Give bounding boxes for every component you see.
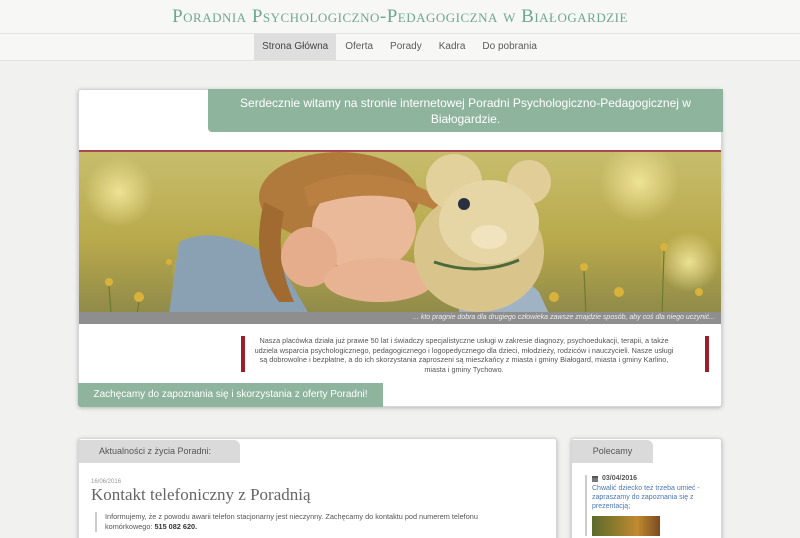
site-title[interactable]: Poradnia Psychologiczno-Pedagogiczna w B… <box>172 6 628 28</box>
news-phone: 515 082 620. <box>154 522 198 531</box>
recommended-item: 03/04/2016 Chwalić dziecko też trzeba um… <box>585 475 715 536</box>
right-accent-bar <box>705 336 709 372</box>
news-body: Informujemy, że z powodu awarii telefon … <box>95 512 495 532</box>
welcome-card: Serdecznie witamy na stronie internetowe… <box>78 89 723 407</box>
recommended-link[interactable]: Chwalić dziecko też trzeba umieć - zapra… <box>592 484 715 511</box>
offer-cta[interactable]: Zachęcamy do zapoznania się i skorzystan… <box>78 383 383 407</box>
nav-item-oferta[interactable]: Oferta <box>337 34 381 60</box>
recommended-date: 03/04/2016 <box>602 475 638 482</box>
news-panel: Aktualności z życia Poradni: 16/06/2016 … <box>78 438 557 538</box>
site-header: Poradnia Psychologiczno-Pedagogiczna w B… <box>0 0 800 33</box>
nav-item-strona-glowna[interactable]: Strona Główna <box>254 34 337 60</box>
recommended-date-row: 03/04/2016 <box>592 475 715 482</box>
welcome-heading: Serdecznie witamy na stronie internetowe… <box>208 89 723 132</box>
hero-image <box>79 150 721 312</box>
recommended-panel: Polecamy 03/04/2016 Chwalić dziecko też … <box>571 438 722 538</box>
intro-text: Nasza placówka działa już prawie 50 lat … <box>254 336 674 374</box>
girl-with-teddy-bear-image <box>79 152 721 312</box>
nav-item-do-pobrania[interactable]: Do pobrania <box>474 34 544 60</box>
main-navigation: Strona Główna Oferta Porady Kadra Do pob… <box>0 33 800 61</box>
calendar-icon <box>592 475 598 482</box>
nav-item-porady[interactable]: Porady <box>382 34 430 60</box>
left-accent-bar <box>241 336 245 372</box>
hero-caption: ... kto pragnie dobra dla drugiego człow… <box>79 312 721 324</box>
recommended-tab[interactable]: Polecamy <box>572 440 653 463</box>
recommended-thumbnail[interactable] <box>592 516 660 536</box>
news-title[interactable]: Kontakt telefoniczny z Poradnią <box>91 485 311 505</box>
nav-item-kadra[interactable]: Kadra <box>431 34 474 60</box>
news-tab[interactable]: Aktualności z życia Poradni: <box>79 440 240 463</box>
